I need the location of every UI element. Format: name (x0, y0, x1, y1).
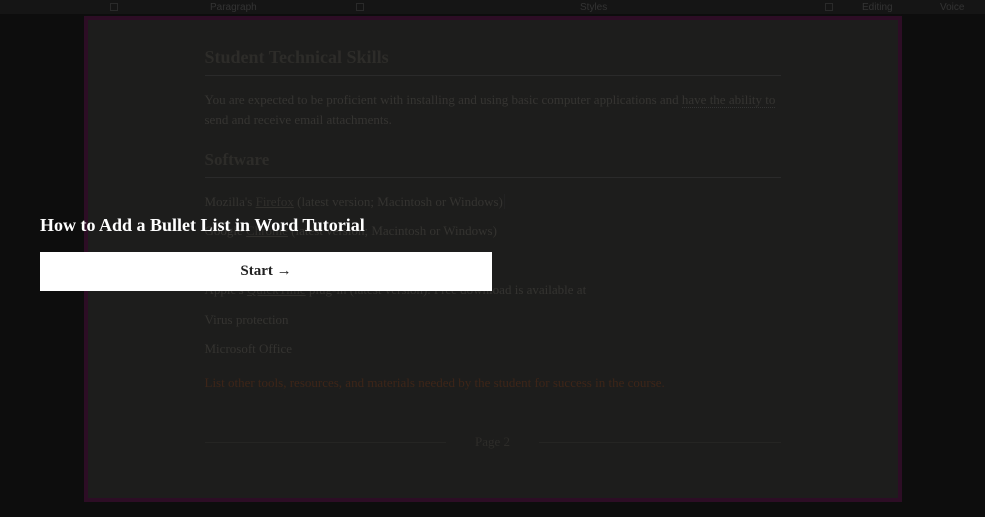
text: send and receive email attachments. (205, 112, 392, 127)
ribbon-group-voice: Voice (940, 2, 964, 13)
page-number: Page 2 (205, 432, 781, 452)
ribbon-bar: Paragraph Styles Editing Voice (0, 0, 985, 14)
paragraph-launcher-icon[interactable] (110, 3, 118, 11)
ribbon-group-paragraph: Paragraph (210, 2, 257, 13)
tutorial-title: How to Add a Bullet List in Word Tutoria… (40, 215, 492, 236)
software-line-5: Virus protection (205, 310, 781, 330)
tutorial-callout: How to Add a Bullet List in Word Tutoria… (40, 215, 492, 291)
ribbon-group-editing: Editing (862, 2, 893, 13)
skills-paragraph: You are expected to be proficient with i… (205, 90, 781, 129)
text: (latest version; Macintosh or Windows) (294, 194, 505, 209)
software-line-1: Mozilla's Firefox (latest version; Macin… (205, 192, 781, 212)
page-number-text: Page 2 (475, 434, 510, 449)
start-button[interactable]: Start → (40, 252, 492, 291)
link-firefox[interactable]: Firefox (256, 194, 294, 209)
text: You are expected to be proficient with i… (205, 92, 682, 107)
editing-launcher-icon[interactable] (825, 3, 833, 11)
heading-software: Software (205, 147, 781, 178)
ribbon-group-styles: Styles (580, 2, 607, 13)
software-line-6: Microsoft Office (205, 339, 781, 359)
heading-technical-skills: Student Technical Skills (205, 44, 781, 76)
text: Mozilla's (205, 194, 256, 209)
styles-launcher-icon[interactable] (356, 3, 364, 11)
grammar-underline[interactable]: have the ability to (682, 92, 776, 108)
instruction-note: List other tools, resources, and materia… (205, 373, 781, 393)
